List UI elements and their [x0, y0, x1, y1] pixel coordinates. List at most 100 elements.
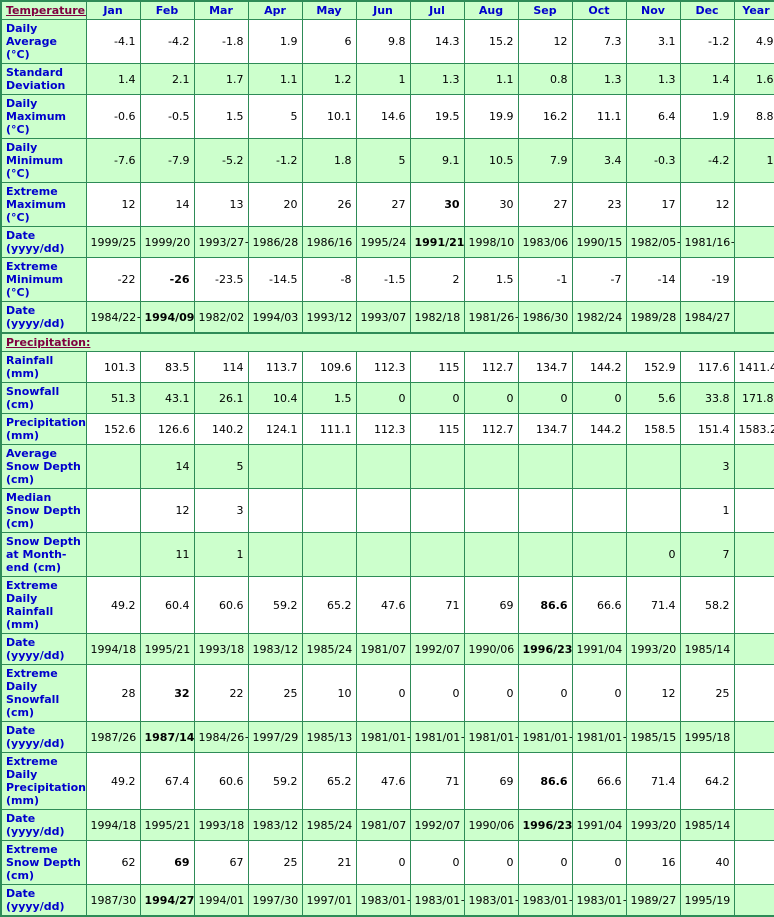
cell-jun: 0: [355, 382, 411, 414]
cell-year: [733, 884, 774, 917]
cell-oct: 7.3: [571, 19, 627, 64]
cell-may: 65.2: [301, 752, 357, 810]
cell-oct: 144.2: [571, 351, 627, 383]
cell-mar: -23.5: [193, 257, 249, 302]
cell-feb: 1995/21: [139, 633, 195, 665]
table-row: Date (yyyy/dd) 1994/18 1995/21 1993/18 1983/…: [0, 633, 774, 665]
cell-feb: -4.2: [139, 19, 195, 64]
cell-aug: 0: [463, 664, 519, 722]
cell-year: 1411.4: [733, 351, 774, 383]
cell-feb: 12: [139, 488, 195, 533]
cell-feb: 1999/20: [139, 226, 195, 258]
cell-nov: 5.6: [625, 382, 681, 414]
cell-oct: [571, 444, 627, 489]
cell-jan: 49.2: [85, 576, 141, 634]
cell-apr: 1983/12: [247, 809, 303, 841]
cell-dec: -19: [679, 257, 735, 302]
cell-aug: [463, 444, 519, 489]
cell-feb: 43.1: [139, 382, 195, 414]
cell-mar: -5.2: [193, 138, 249, 183]
cell-feb: 69: [139, 840, 195, 885]
column-header-apr: Apr: [247, 0, 303, 20]
cell-oct: 1983/01+: [571, 884, 627, 917]
cell-aug: [463, 532, 519, 577]
cell-jan: [85, 444, 141, 489]
cell-apr: [247, 488, 303, 533]
cell-jul: 1982/18: [409, 301, 465, 334]
table-row: Snowfall (cm) 51.3 43.1 26.1 10.4 1.5 0 0 0 0 0 5.6…: [0, 382, 774, 414]
cell-dec: -1.2: [679, 19, 735, 64]
cell-may: 26: [301, 182, 357, 227]
cell-sep: 0: [517, 840, 573, 885]
cell-feb: 11: [139, 532, 195, 577]
cell-apr: 5: [247, 94, 303, 139]
cell-oct: 66.6: [571, 752, 627, 810]
cell-jan: 12: [85, 182, 141, 227]
cell-sep: 86.6: [517, 752, 573, 810]
cell-year: [733, 664, 774, 722]
row-label: Date (yyyy/dd): [0, 884, 87, 917]
cell-sep: [517, 444, 573, 489]
cell-apr: 1994/03: [247, 301, 303, 334]
cell-dec: 1985/14: [679, 633, 735, 665]
cell-dec: 12: [679, 182, 735, 227]
column-header-nov: Nov: [625, 0, 681, 20]
cell-jul: [409, 532, 465, 577]
cell-feb: 60.4: [139, 576, 195, 634]
cell-jun: [355, 488, 411, 533]
cell-apr: 10.4: [247, 382, 303, 414]
row-label: Extreme Daily Precipitation (mm): [0, 752, 87, 810]
table-row: Average Snow Depth (cm)1453D: [0, 444, 774, 489]
cell-jan: 101.3: [85, 351, 141, 383]
table-row: Daily Minimum (°C) -7.6 -7.9 -5.2 -1.2 1.8 5 9.…: [0, 138, 774, 183]
cell-jan: 1984/22+: [85, 301, 141, 334]
cell-aug: 15.2: [463, 19, 519, 64]
cell-oct: 1991/04: [571, 633, 627, 665]
cell-oct: 11.1: [571, 94, 627, 139]
table-row: Extreme Daily Precipitation (mm) 49.2 67.4…: [0, 752, 774, 810]
cell-may: 21: [301, 840, 357, 885]
cell-jul: 1981/01+: [409, 721, 465, 753]
cell-sep: 12: [517, 19, 573, 64]
cell-aug: 30: [463, 182, 519, 227]
row-label: Daily Average (°C): [0, 19, 87, 64]
table-row: Date (yyyy/dd) 1984/22+ 1994/09 1982/02 1994…: [0, 301, 774, 334]
cell-aug: 69: [463, 752, 519, 810]
cell-oct: 1991/04: [571, 809, 627, 841]
cell-apr: -1.2: [247, 138, 303, 183]
cell-dec: 40: [679, 840, 735, 885]
cell-jul: 1992/07: [409, 633, 465, 665]
cell-jun: 0: [355, 664, 411, 722]
column-header-aug: Aug: [463, 0, 519, 20]
column-header-jan: Jan: [85, 0, 141, 20]
cell-nov: 71.4: [625, 576, 681, 634]
climate-data-table: Temperature: Jan Feb Mar Apr May Jun Jul Aug Sep O…: [0, 0, 774, 917]
cell-apr: 1.9: [247, 19, 303, 64]
cell-nov: 1989/28: [625, 301, 681, 334]
table-row: Date (yyyy/dd) 1999/25 1999/20 1993/27+ 1986…: [0, 226, 774, 258]
cell-jan: 1994/18: [85, 633, 141, 665]
cell-mar: 3: [193, 488, 249, 533]
table-row: Extreme Minimum (°C) -22 -26 -23.5 -14.5 -8 -1…: [0, 257, 774, 302]
cell-sep: 7.9: [517, 138, 573, 183]
cell-aug: 0: [463, 840, 519, 885]
cell-sep: 1983/01+: [517, 884, 573, 917]
cell-oct: [571, 488, 627, 533]
row-label: Daily Minimum (°C): [0, 138, 87, 183]
cell-feb: 14: [139, 444, 195, 489]
cell-may: 1997/01: [301, 884, 357, 917]
cell-feb: 2.1: [139, 63, 195, 95]
section-header-cell: Temperature:: [0, 0, 87, 20]
cell-jun: 27: [355, 182, 411, 227]
cell-nov: -0.3: [625, 138, 681, 183]
cell-year: [733, 182, 774, 227]
cell-sep: 1986/30: [517, 301, 573, 334]
cell-jun: 0: [355, 840, 411, 885]
table-row: Extreme Daily Rainfall (mm) 49.2 60.4 60.6 5…: [0, 576, 774, 634]
column-header-year: Year: [733, 0, 774, 20]
cell-apr: 124.1: [247, 413, 303, 445]
cell-aug: [463, 488, 519, 533]
cell-nov: [625, 444, 681, 489]
cell-nov: 1982/05+: [625, 226, 681, 258]
row-label: Extreme Minimum (°C): [0, 257, 87, 302]
